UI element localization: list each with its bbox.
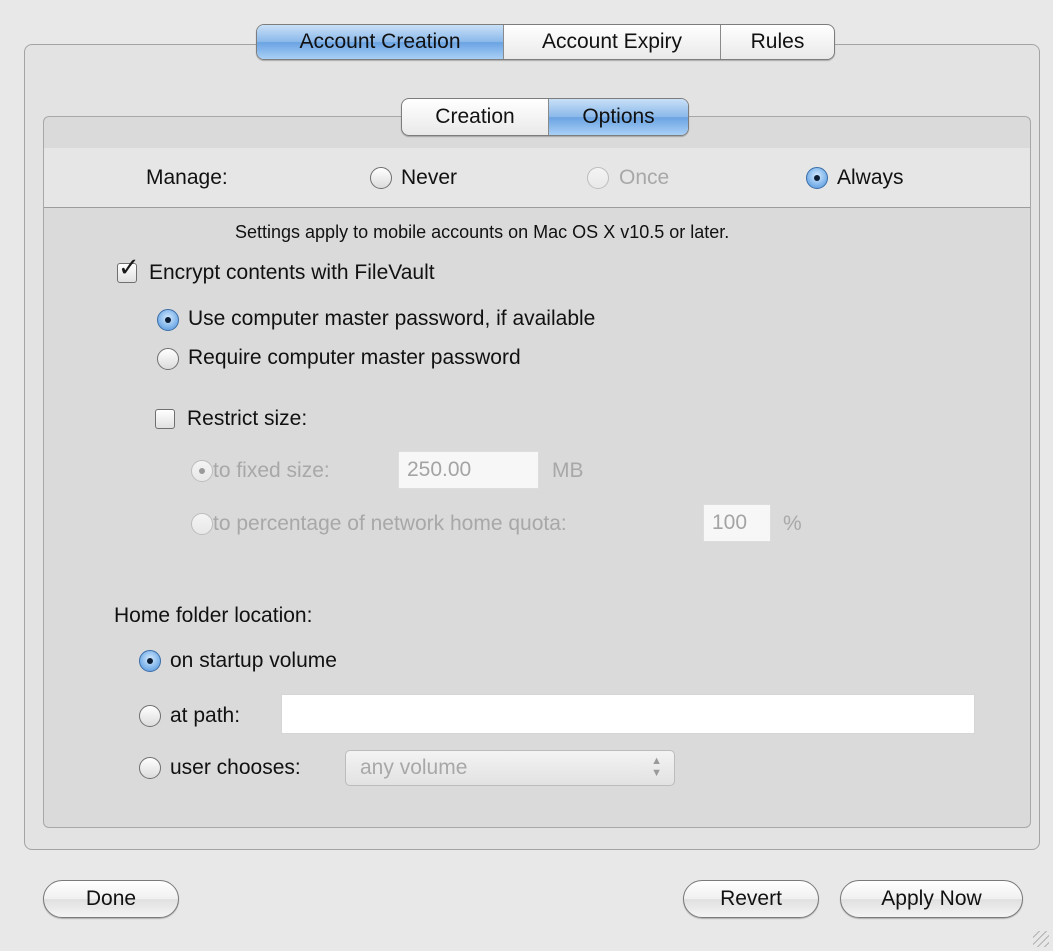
encrypt-label[interactable]: Encrypt contents with FileVault — [149, 261, 435, 285]
require-master-password-radio[interactable] — [157, 348, 179, 370]
checkmark-icon: ✓ — [118, 252, 140, 282]
manage-always-label[interactable]: Always — [837, 166, 904, 190]
percentage-quota-radio[interactable] — [191, 513, 213, 535]
tab-creation[interactable]: Creation — [402, 99, 548, 135]
tab-account-expiry[interactable]: Account Expiry — [503, 25, 720, 59]
resize-grip-icon[interactable] — [1033, 931, 1049, 947]
fixed-size-field[interactable]: 250.00 — [398, 451, 539, 489]
volume-popup-value: any volume — [360, 756, 468, 779]
manage-once-label[interactable]: Once — [619, 166, 669, 190]
restrict-size-label[interactable]: Restrict size: — [187, 407, 307, 431]
volume-popup[interactable]: any volume ▲ ▼ — [345, 750, 675, 786]
manage-label: Manage: — [146, 166, 228, 189]
fixed-size-radio[interactable] — [191, 460, 213, 482]
percentage-quota-label[interactable]: to percentage of network home quota: — [213, 512, 567, 536]
startup-volume-radio[interactable] — [139, 650, 161, 672]
restrict-size-checkbox[interactable] — [155, 409, 175, 429]
fixed-size-unit: MB — [552, 459, 584, 482]
popup-arrows-icon: ▲ ▼ — [651, 755, 662, 779]
percentage-unit: % — [783, 512, 802, 535]
use-master-password-label[interactable]: Use computer master password, if availab… — [188, 307, 595, 331]
manage-never-label[interactable]: Never — [401, 166, 457, 190]
revert-button[interactable]: Revert — [683, 880, 819, 918]
tab-rules[interactable]: Rules — [720, 25, 834, 59]
encrypt-checkbox[interactable]: ✓ — [117, 254, 140, 283]
tab-options[interactable]: Options — [548, 99, 688, 135]
manage-always-radio[interactable] — [806, 167, 828, 189]
use-master-password-radio[interactable] — [157, 309, 179, 331]
manage-never-radio[interactable] — [370, 167, 392, 189]
path-input[interactable] — [281, 694, 975, 734]
require-master-password-label[interactable]: Require computer master password — [188, 346, 521, 370]
startup-volume-label[interactable]: on startup volume — [170, 649, 337, 673]
percentage-quota-field[interactable]: 100 — [703, 504, 771, 542]
tab-account-creation[interactable]: Account Creation — [257, 25, 503, 59]
manage-once-radio[interactable] — [587, 167, 609, 189]
apply-now-button[interactable]: Apply Now — [840, 880, 1023, 918]
at-path-radio[interactable] — [139, 705, 161, 727]
done-button[interactable]: Done — [43, 880, 179, 918]
top-tab-bar: Account Creation Account Expiry Rules — [256, 24, 835, 60]
at-path-label[interactable]: at path: — [170, 704, 240, 728]
user-chooses-radio[interactable] — [139, 757, 161, 779]
sub-tab-bar: Creation Options — [401, 98, 689, 136]
fixed-size-label[interactable]: to fixed size: — [213, 459, 330, 483]
home-folder-label: Home folder location: — [114, 604, 313, 627]
user-chooses-label[interactable]: user chooses: — [170, 756, 301, 780]
version-note: Settings apply to mobile accounts on Mac… — [235, 222, 730, 242]
